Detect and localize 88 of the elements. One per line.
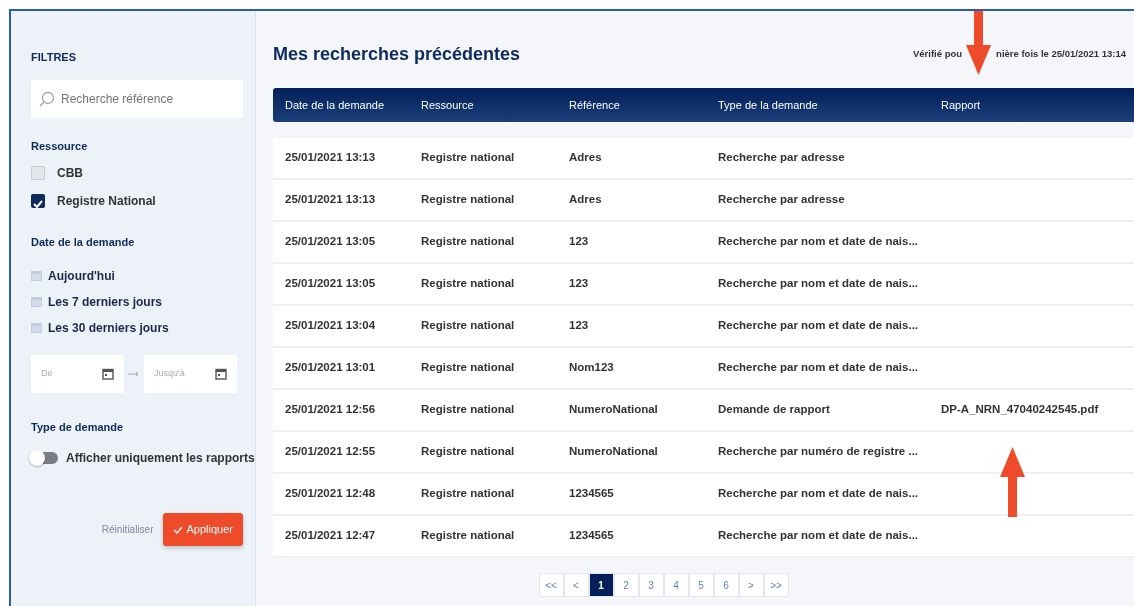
table-cell: Registre national: [421, 403, 515, 416]
start-date-field[interactable]: De: [31, 354, 124, 393]
toggle-switch[interactable]: [31, 452, 58, 464]
date-preset-link[interactable]: Aujourd'hui: [48, 266, 115, 285]
table-cell: Registre national: [421, 151, 515, 164]
end-date-field[interactable]: Jusqu'à: [144, 354, 237, 393]
table-cell: Nom123: [569, 361, 614, 374]
table-cell: 123: [569, 319, 589, 332]
table-cell: Recherche par adresse: [718, 151, 845, 164]
table-cell: 25/01/2021 12:47: [285, 529, 376, 542]
table-cell: 1234565: [569, 487, 614, 500]
page-button[interactable]: >: [738, 573, 764, 597]
table-cell: Demande de rapport: [718, 403, 830, 416]
table-cell: Registre national: [421, 319, 515, 332]
table-cell: 123: [569, 277, 589, 290]
table-cell: Registre national: [421, 361, 515, 374]
up-arrow-icon: [1000, 447, 1025, 517]
report-link[interactable]: DP-A_NRN_47040242545.pdf: [941, 403, 1099, 416]
table-cell: Registre national: [421, 277, 515, 290]
section-heading: Ressource: [31, 138, 89, 154]
table-cell: 25/01/2021 13:05: [285, 277, 376, 290]
table-cell: 25/01/2021 13:04: [285, 319, 376, 332]
calendar-icon: [31, 270, 42, 281]
date-preset-link[interactable]: Les 7 derniers jours: [48, 292, 163, 311]
table-cell: Registre national: [421, 193, 515, 206]
table-cell: Recherche par nom et date de nais...: [718, 319, 919, 332]
table-cell: 123: [569, 235, 589, 248]
page-button[interactable]: 1: [588, 573, 614, 597]
page-button[interactable]: <: [563, 573, 589, 597]
table-cell: 25/01/2021 12:48: [285, 487, 376, 500]
last-checked-text: nière fois le 25/01/2021 13:14: [996, 47, 1126, 62]
column-header: Référence: [569, 97, 621, 113]
checkbox[interactable]: [31, 194, 45, 208]
down-arrow-icon: [966, 11, 992, 76]
table-cell: Recherche par nom et date de nais...: [718, 235, 919, 248]
checkbox-label: CBB: [57, 165, 83, 182]
table-cell: Registre national: [421, 529, 515, 542]
search-field[interactable]: Recherche référence: [31, 79, 243, 118]
table-cell: Adres: [569, 151, 602, 164]
page-button[interactable]: <<: [538, 573, 564, 597]
toggle-label: Afficher uniquement les rapports: [66, 450, 255, 467]
table-cell: 25/01/2021 13:13: [285, 193, 376, 206]
table-cell: Adres: [569, 193, 602, 206]
apply-button[interactable]: Appliquer: [162, 513, 243, 546]
page-button[interactable]: 2: [613, 573, 639, 597]
table-cell: 1234565: [569, 529, 614, 542]
table-cell: 25/01/2021 12:55: [285, 445, 376, 458]
table-cell: Recherche par adresse: [718, 193, 845, 206]
column-header: Ressource: [421, 97, 475, 113]
table-cell: 25/01/2021 13:05: [285, 235, 376, 248]
search-input[interactable]: Recherche référence: [61, 89, 231, 108]
calendar-icon: [102, 367, 114, 380]
page-button[interactable]: 6: [713, 573, 739, 597]
search-icon: [39, 90, 55, 107]
table-cell: Recherche par nom et date de nais...: [718, 361, 919, 374]
table-cell: NumeroNational: [569, 445, 658, 458]
column-header: Date de la demande: [284, 97, 386, 113]
page-title: Mes recherches précédentes: [273, 43, 521, 66]
page-button[interactable]: 3: [638, 573, 664, 597]
table-cell: 25/01/2021 12:56: [285, 403, 376, 416]
page-button[interactable]: 4: [663, 573, 689, 597]
table-cell: Recherche par nom et date de nais...: [718, 277, 919, 290]
checkbox-label: Registre National: [57, 193, 156, 210]
page-button[interactable]: 5: [688, 573, 714, 597]
calendar-icon: [31, 296, 42, 307]
last-checked-text: Vérifié pou: [913, 47, 963, 62]
calendar-icon: [31, 322, 42, 333]
reset-button[interactable]: Réinitialiser: [100, 520, 155, 538]
table-cell: Registre national: [421, 445, 515, 458]
section-heading: Type de demande: [31, 419, 125, 435]
calendar-icon: [215, 367, 227, 380]
table-cell: Recherche par numéro de registre ...: [718, 445, 919, 458]
page-button[interactable]: >>: [763, 573, 789, 597]
table-cell: Registre national: [421, 235, 515, 248]
table-cell: 25/01/2021 13:01: [285, 361, 376, 374]
arrow-icon: [128, 370, 140, 377]
table-cell: 25/01/2021 13:13: [285, 151, 376, 164]
filter-title: FILTRES: [31, 50, 77, 65]
table-cell: Registre national: [421, 487, 515, 500]
table-cell: Recherche par nom et date de nais...: [718, 487, 919, 500]
table-cell: Recherche par nom et date de nais...: [718, 529, 919, 542]
date-preset-link[interactable]: Les 30 derniers jours: [48, 318, 169, 337]
check-icon: [172, 526, 183, 535]
column-header: Type de la demande: [718, 97, 819, 113]
section-heading: Date de la demande: [31, 235, 136, 250]
column-header: Rapport: [941, 97, 982, 113]
table-cell: NumeroNational: [569, 403, 658, 416]
checkbox[interactable]: [31, 166, 45, 180]
